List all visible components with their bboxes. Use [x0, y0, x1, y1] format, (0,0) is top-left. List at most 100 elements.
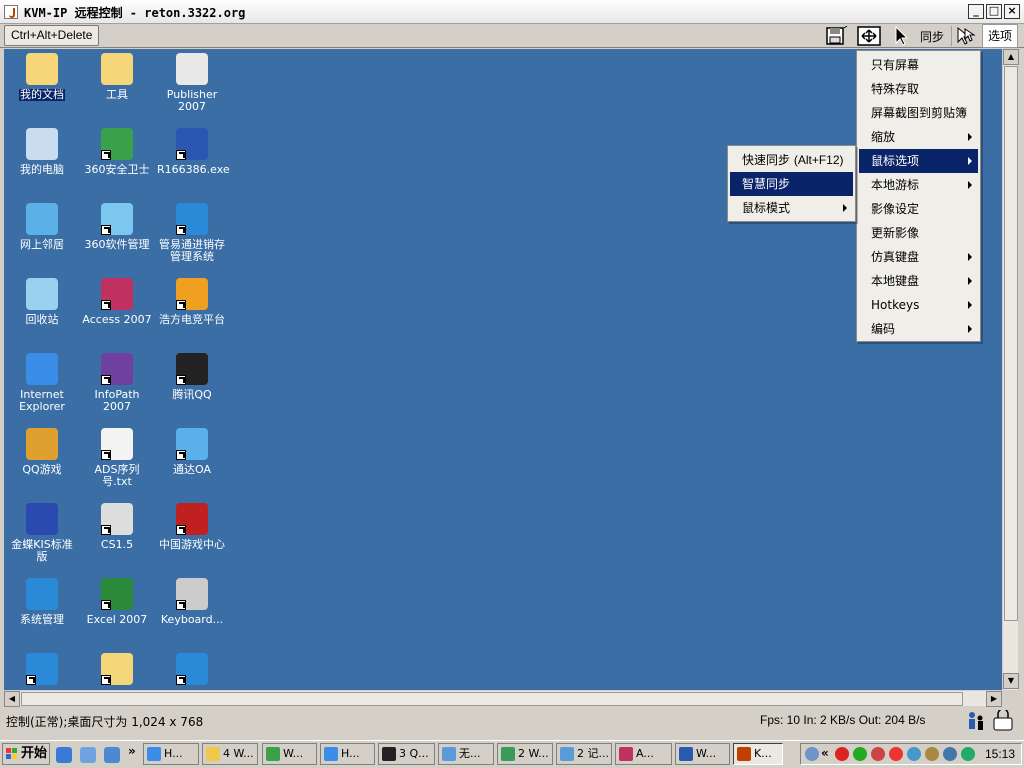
desktop-icon[interactable]: 360软件管理 [81, 203, 153, 251]
taskbar-button[interactable]: 无... [438, 743, 494, 765]
tray-app-icon[interactable] [835, 747, 849, 761]
taskbar-button[interactable]: K... [733, 743, 783, 765]
desktop-icon[interactable]: QQ游戏 [6, 428, 78, 476]
desktop-icon[interactable]: 工具 [81, 53, 153, 101]
desktop-icon[interactable]: Access 2007 [81, 278, 153, 326]
desktop-icon[interactable] [81, 653, 153, 690]
taskbar-button[interactable]: W... [262, 743, 317, 765]
show-desktop-icon[interactable] [56, 747, 72, 763]
scroll-left-button[interactable]: ◀ [4, 691, 20, 707]
tray-security-icon[interactable] [871, 747, 885, 761]
options-menu-item[interactable]: Hotkeys [859, 293, 978, 317]
desktop-icon[interactable]: 管易通进销存管理系统 [156, 203, 228, 263]
sync-button[interactable]: 同步 [920, 28, 944, 45]
taskbar-button[interactable]: H... [320, 743, 375, 765]
taskbar-button[interactable]: 2 记... [556, 743, 612, 765]
menu-item-label: 智慧同步 [742, 177, 791, 191]
taskbar-button[interactable]: H... [143, 743, 199, 765]
tray-network-icon[interactable] [805, 747, 819, 761]
tray-network2-icon[interactable] [943, 747, 957, 761]
ie-icon [324, 747, 338, 761]
ie-icon[interactable] [80, 747, 96, 763]
desktop-icon[interactable]: 系统管理 [6, 578, 78, 626]
horizontal-scroll-thumb[interactable] [21, 692, 963, 706]
desktop-icon[interactable]: 金蝶KIS标准版 [6, 503, 78, 563]
minimize-button[interactable]: _ [968, 4, 984, 19]
status-bar: 控制(正常);桌面尺寸为 1,024 x 768 Fps: 10 In: 2 K… [0, 708, 1024, 734]
desktop-icon[interactable]: 我的文档 [6, 53, 78, 101]
options-menu-item[interactable]: 屏幕截图到剪贴簿 [859, 101, 978, 125]
desktop-icon[interactable]: 回收站 [6, 278, 78, 326]
desktop-icon[interactable] [6, 653, 78, 690]
menu-item-label: 编码 [871, 322, 896, 336]
desktop-icon[interactable] [156, 653, 228, 690]
fit-screen-icon[interactable] [857, 26, 881, 46]
taskbar-button-label: K... [754, 747, 772, 760]
tray-expand-button[interactable]: « [821, 746, 829, 760]
desktop-icon[interactable]: 浩方电竞平台 [156, 278, 228, 326]
mouse-submenu-item[interactable]: 鼠标模式 [730, 196, 853, 220]
desktop-icon[interactable]: 腾讯QQ [156, 353, 228, 401]
close-button[interactable]: × [1004, 4, 1020, 19]
submenu-arrow-icon [968, 253, 972, 261]
tray-360-icon[interactable] [889, 747, 903, 761]
save-icon[interactable] [824, 26, 848, 46]
desktop-icon[interactable]: 360安全卫士 [81, 128, 153, 176]
shortcut-arrow-icon [176, 450, 186, 460]
options-menu-item[interactable]: 本地键盘 [859, 269, 978, 293]
network-places-icon [26, 203, 58, 235]
tray-shield-icon[interactable] [961, 747, 975, 761]
options-menu-item[interactable]: 鼠标选项 [859, 149, 978, 173]
options-menu-item[interactable]: 编码 [859, 317, 978, 341]
desktop-icon[interactable]: Excel 2007 [81, 578, 153, 626]
options-menu-item[interactable]: 特殊存取 [859, 77, 978, 101]
scroll-down-button[interactable]: ▼ [1003, 673, 1019, 689]
desktop-icon[interactable]: 通达OA [156, 428, 228, 476]
desktop-icon[interactable]: Internet Explorer [6, 353, 78, 413]
taskbar-button-label: H... [341, 747, 360, 760]
vertical-scroll-thumb[interactable] [1004, 66, 1018, 621]
start-button[interactable]: 开始 [2, 743, 50, 765]
desktop-icon[interactable]: InfoPath 2007 [81, 353, 153, 413]
options-button[interactable]: 选项 [982, 24, 1018, 48]
options-menu-item[interactable]: 更新影像 [859, 221, 978, 245]
taskbar-button[interactable]: 4 W... [202, 743, 258, 765]
options-menu-item[interactable]: 本地游标 [859, 173, 978, 197]
my-documents-icon [26, 53, 58, 85]
scroll-up-button[interactable]: ▲ [1003, 49, 1019, 65]
tray-app2-icon[interactable] [925, 747, 939, 761]
mouse-submenu-item[interactable]: 快速同步 (Alt+F12) [730, 148, 853, 172]
desktop-icon[interactable]: ADS序列号.txt [81, 428, 153, 488]
cursor-sync-icon[interactable] [954, 26, 978, 46]
mouse-submenu-item[interactable]: 智慧同步 [730, 172, 853, 196]
desktop-icon-label: 回收站 [25, 313, 59, 326]
taskbar-button[interactable]: W... [675, 743, 730, 765]
tray-user-icon[interactable] [853, 747, 867, 761]
maximize-button[interactable]: □ [986, 4, 1002, 19]
desktop-icon[interactable]: 中国游戏中心 [156, 503, 228, 551]
desktop-icon[interactable]: CS1.5 [81, 503, 153, 551]
scroll-right-button[interactable]: ▶ [986, 691, 1002, 707]
options-menu-item[interactable]: 仿真键盘 [859, 245, 978, 269]
media-player-icon[interactable] [104, 747, 120, 763]
desktop-icon[interactable]: 网上邻居 [6, 203, 78, 251]
desktop-icon[interactable]: R166386.exe [156, 128, 230, 176]
status-stats-text: Fps: 10 In: 2 KB/s Out: 204 B/s [760, 713, 926, 727]
system-tray: « 15:13 [800, 743, 1022, 765]
taskbar-clock: 15:13 [984, 747, 1015, 761]
desktop-icon[interactable]: Publisher 2007 [156, 53, 228, 113]
vertical-scrollbar[interactable]: ▲ ▼ [1002, 49, 1019, 690]
options-menu-item[interactable]: 影像设定 [859, 197, 978, 221]
taskbar-button[interactable]: 3 Q... [378, 743, 435, 765]
desktop-icon[interactable]: 我的电脑 [6, 128, 78, 176]
quick-launch-overflow[interactable]: » [128, 744, 136, 758]
ctrl-alt-delete-button[interactable]: Ctrl+Alt+Delete [4, 25, 100, 46]
tray-qq-icon[interactable] [907, 747, 921, 761]
options-menu-item[interactable]: 只有屏幕 [859, 53, 978, 77]
taskbar-button[interactable]: A... [615, 743, 672, 765]
desktop-icon[interactable]: Keyboard... [156, 578, 228, 626]
taskbar-button[interactable]: 2 W... [497, 743, 553, 765]
horizontal-scrollbar[interactable]: ◀ ▶ [4, 690, 1002, 707]
options-menu-item[interactable]: 缩放 [859, 125, 978, 149]
shortcut-arrow-icon [101, 450, 111, 460]
